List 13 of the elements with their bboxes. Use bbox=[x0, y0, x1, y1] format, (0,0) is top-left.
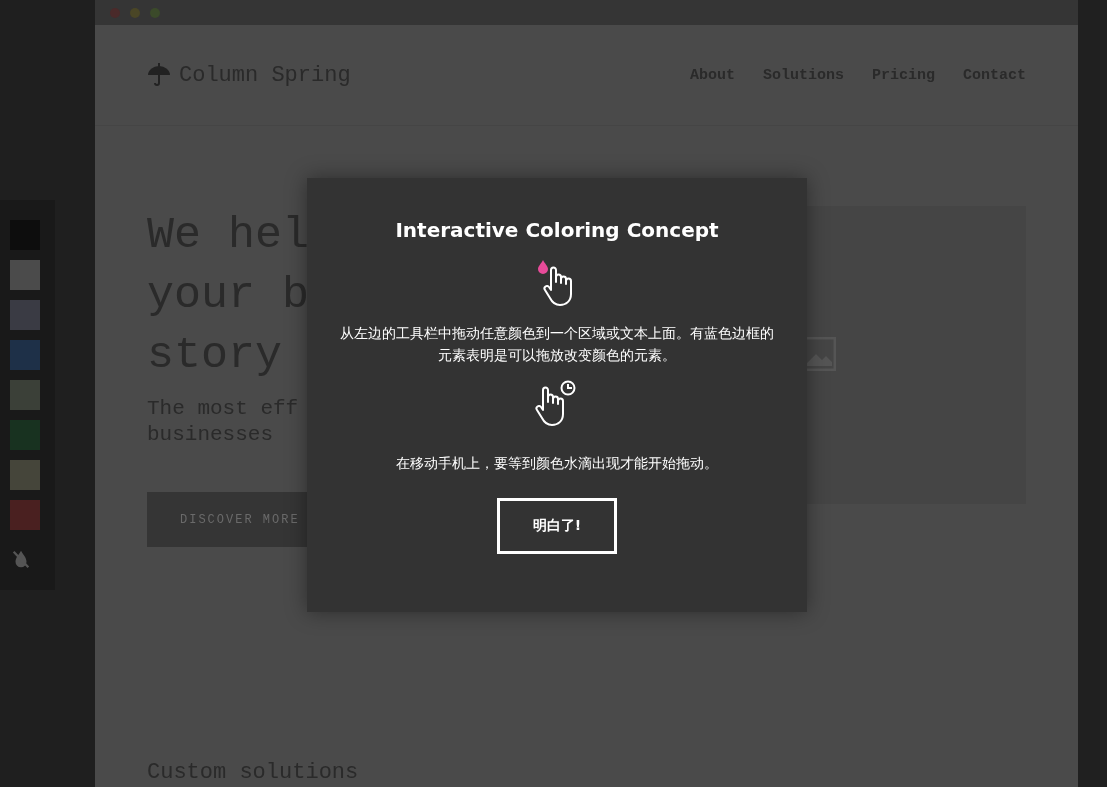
got-it-button[interactable]: 明白了! bbox=[497, 498, 617, 554]
no-drop-icon[interactable] bbox=[10, 548, 32, 570]
mobile-instruction: 在移动手机上，要等到颜色水滴出现才能开始拖动。 bbox=[395, 454, 719, 473]
color-swatch[interactable] bbox=[10, 260, 40, 290]
dialog-title: Interactive Coloring Concept bbox=[395, 218, 719, 242]
color-swatch[interactable] bbox=[10, 340, 40, 370]
color-swatch[interactable] bbox=[10, 420, 40, 450]
drag-instruction: 从左边的工具栏中拖动任意颜色到一个区域或文本上面。有蓝色边框的元素表明是可以拖放改变颜色的元素。 bbox=[339, 324, 775, 365]
color-swatch[interactable] bbox=[10, 300, 40, 330]
color-swatch[interactable] bbox=[10, 500, 40, 530]
umbrella-icon bbox=[147, 63, 171, 87]
color-swatch[interactable] bbox=[10, 380, 40, 410]
color-swatch[interactable] bbox=[10, 460, 40, 490]
